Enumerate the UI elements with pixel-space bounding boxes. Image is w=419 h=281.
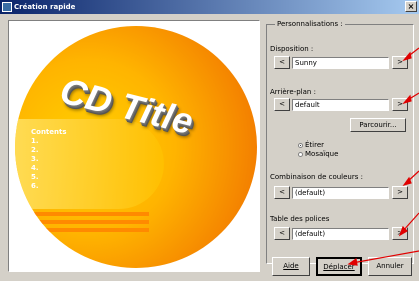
move-label: Déplacer — [323, 263, 355, 271]
radio-icon — [298, 151, 303, 157]
tile-label: Mosaïque — [305, 150, 339, 158]
tile-radio[interactable]: Mosaïque — [298, 150, 338, 158]
fonts-prev-button[interactable]: < — [274, 227, 290, 240]
disposition-field[interactable]: Sunny — [292, 57, 389, 69]
app-icon — [2, 2, 12, 12]
group-title: Personnalisations : — [275, 20, 345, 28]
colors-field[interactable]: (default) — [292, 187, 389, 199]
stretch-radio[interactable]: Étirer — [298, 141, 324, 149]
close-icon[interactable]: × — [405, 1, 417, 12]
cd-preview: CD Title Contents 1. 2. 3. 4. 5. 6. — [8, 20, 260, 272]
disposition-label: Disposition : — [270, 45, 314, 53]
colors-prev-button[interactable]: < — [274, 186, 290, 199]
background-label: Arrière-plan : — [270, 88, 316, 96]
colors-next-button[interactable]: > — [392, 186, 408, 199]
contents-block: Contents 1. 2. 3. 4. 5. 6. — [31, 128, 67, 191]
disposition-prev-button[interactable]: < — [274, 56, 290, 69]
background-prev-button[interactable]: < — [274, 98, 290, 111]
browse-button[interactable]: Parcourir... — [350, 118, 406, 132]
track-number: 1. — [31, 137, 39, 145]
disposition-next-button[interactable]: > — [392, 56, 408, 69]
background-next-button[interactable]: > — [392, 98, 408, 111]
contents-label: Contents — [31, 128, 67, 136]
customization-panel: Personnalisations : Disposition : < Sunn… — [264, 20, 416, 278]
track-number: 3. — [31, 155, 39, 163]
window-title: Création rapide — [14, 3, 76, 11]
help-label: Aide — [283, 262, 299, 270]
fonts-field[interactable]: (default) — [292, 228, 389, 240]
background-field[interactable]: default — [292, 99, 389, 111]
track-number: 2. — [31, 146, 39, 154]
cancel-button[interactable]: Annuler — [368, 257, 412, 276]
colors-label: Combinaison de couleurs : — [270, 173, 363, 181]
fonts-label: Table des polices — [270, 215, 330, 223]
move-button[interactable]: Déplacer — [316, 257, 362, 276]
track-number: 5. — [31, 173, 39, 181]
fonts-next-button[interactable]: > — [392, 227, 408, 240]
help-button[interactable]: Aide — [272, 257, 310, 276]
track-number: 6. — [31, 182, 39, 190]
stretch-label: Étirer — [305, 141, 325, 149]
radio-selected-icon — [298, 142, 303, 148]
track-number: 4. — [31, 164, 39, 172]
title-bar: Création rapide × — [0, 0, 419, 14]
